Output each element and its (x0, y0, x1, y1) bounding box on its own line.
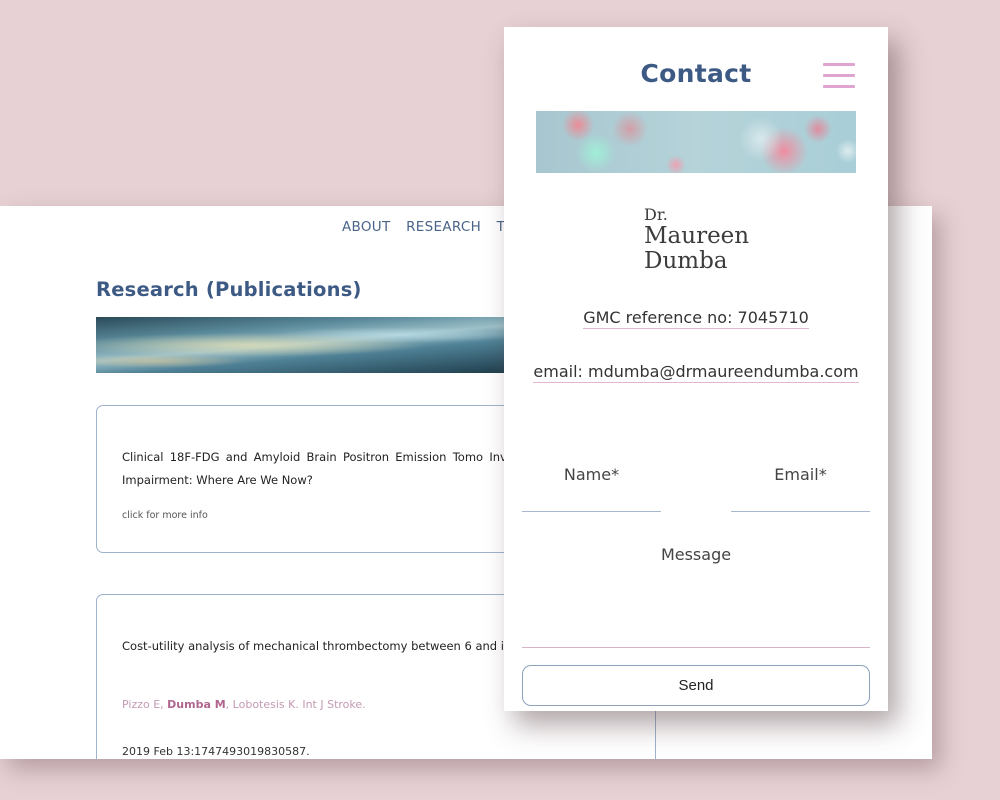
highlighted-author: Dumba M (167, 698, 226, 711)
logo: Dr. Maureen Dumba (644, 207, 749, 273)
contact-email-link[interactable]: email: mdumba@drmaureendumba.com (533, 362, 859, 383)
gmc-reference: GMC reference no: 7045710 (504, 308, 888, 329)
logo-last-name: Dumba (644, 248, 728, 274)
research-title: Research (Publications) (96, 278, 362, 301)
logo-first-name: Maureen (644, 223, 750, 249)
send-button[interactable]: Send (522, 665, 870, 706)
message-textarea[interactable] (522, 537, 870, 647)
gmc-reference-text: GMC reference no: 7045710 (583, 308, 809, 329)
publication-date: 2019 Feb 13:1747493019830587. (122, 745, 310, 758)
water-banner-image (96, 317, 516, 373)
name-underline (522, 511, 661, 512)
more-info-link[interactable]: click for more info (122, 510, 208, 521)
nav-item-research[interactable]: RESEARCH (406, 219, 481, 235)
bokeh-banner-image (536, 111, 856, 173)
nav-item-about[interactable]: ABOUT (342, 219, 391, 235)
author-text: , Lobotesis K. Int J Stroke. (225, 698, 366, 711)
hamburger-icon[interactable] (823, 63, 855, 89)
logo-prefix: Dr. (644, 205, 668, 224)
message-underline (522, 647, 870, 648)
name-input[interactable] (522, 457, 661, 511)
contact-email: email: mdumba@drmaureendumba.com (504, 362, 888, 383)
email-underline (731, 511, 870, 512)
email-input[interactable] (731, 457, 870, 511)
author-text: Pizzo E, (122, 698, 168, 711)
publication-authors: Pizzo E, Dumba M, Lobotesis K. Int J Str… (122, 698, 366, 711)
contact-panel: Contact Dr. Maureen Dumba GMC reference … (504, 27, 888, 711)
